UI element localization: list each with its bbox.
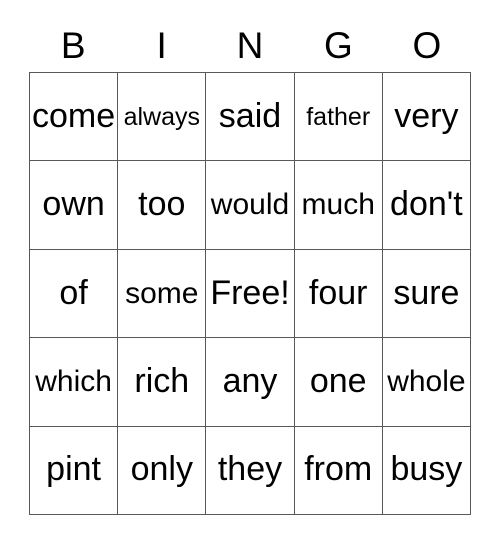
bingo-cell-label: said [218,96,282,135]
bingo-cell[interactable]: don't [382,161,471,250]
bingo-cell-label: sure [393,273,460,312]
bingo-cell-label: very [394,96,459,135]
bingo-cell[interactable]: whole [382,338,471,427]
bingo-cell-label: one [309,362,367,401]
bingo-cell-label: any [222,362,278,401]
bingo-cell-label: four [308,273,368,312]
header-letter-n: N [236,24,264,66]
header-letter-o: O [412,24,442,66]
bingo-cell[interactable]: which [30,338,119,427]
bingo-cell-label: of [59,273,88,312]
bingo-cell[interactable]: would [206,161,295,250]
bingo-cell[interactable]: come [30,73,119,162]
bingo-cell-label: pint [46,450,101,489]
bingo-cell-label: some [125,276,199,310]
bingo-cell[interactable]: own [30,161,119,250]
bingo-cell[interactable]: very [382,73,471,162]
bingo-cell-label: they [217,450,283,489]
bingo-cell-label: only [130,450,193,489]
bingo-cell-label: too [138,185,186,224]
bingo-cell[interactable]: from [294,426,383,515]
bingo-cell[interactable]: four [294,249,383,339]
bingo-card: B I N G O come always said father very o… [0,0,500,544]
bingo-cell-label: would [210,188,290,222]
bingo-cell[interactable]: some [118,249,207,339]
bingo-cell[interactable]: much [294,161,383,250]
bingo-cell[interactable]: rich [118,338,207,427]
bingo-cell[interactable]: one [294,338,383,427]
bingo-cell-label: don't [390,185,463,224]
header-letter-i: I [156,24,167,66]
header-letter-b: B [60,24,86,66]
bingo-cell[interactable]: father [294,73,383,162]
bingo-cell[interactable]: too [118,161,207,250]
bingo-cell-label: own [42,185,105,224]
bingo-cell[interactable]: busy [382,426,471,515]
bingo-header-row: B I N G O [29,18,471,72]
bingo-cell-label: busy [390,450,463,489]
bingo-cell[interactable]: any [206,338,295,427]
bingo-cell-label: always [123,102,200,131]
bingo-grid: come always said father very own too wou… [29,72,471,515]
bingo-cell-label: rich [134,362,190,401]
bingo-cell-label: from [304,450,373,489]
header-letter-g: G [324,24,353,66]
bingo-cell[interactable]: pint [30,426,119,515]
bingo-cell[interactable]: of [30,249,119,339]
bingo-cell-label: much [301,188,375,222]
bingo-cell[interactable]: they [206,426,295,515]
bingo-cell[interactable]: sure [382,249,471,339]
bingo-cell[interactable]: only [118,426,207,515]
bingo-cell-free[interactable]: Free! [206,249,295,339]
bingo-cell[interactable]: said [206,73,295,162]
bingo-cell-label: father [306,102,371,131]
bingo-cell-label: whole [387,365,466,399]
bingo-cell-label: which [35,365,112,399]
bingo-cell-label: come [32,96,116,135]
bingo-cell[interactable]: always [118,73,207,162]
bingo-free-label: Free! [210,273,290,312]
